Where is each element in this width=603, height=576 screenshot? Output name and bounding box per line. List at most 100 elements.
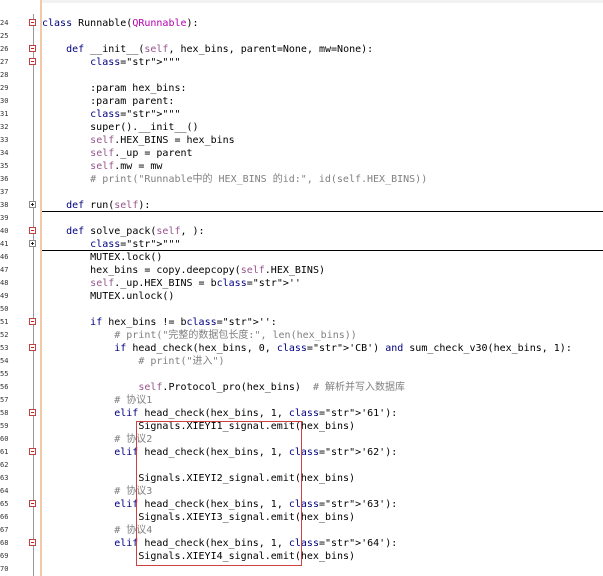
code-line[interactable]: 66 Signals.XIEYI3_signal.emit(hex_bins) bbox=[0, 511, 603, 524]
code-line[interactable]: 69 Signals.XIEYI4_signal.emit(hex_bins) bbox=[0, 550, 603, 563]
line-number: 30 bbox=[0, 97, 9, 105]
fold-collapse-icon[interactable] bbox=[29, 344, 36, 351]
line-number: 34 bbox=[0, 149, 9, 157]
code-text: Signals.XIEYI4_signal.emit(hex_bins) bbox=[42, 551, 356, 562]
code-text: Signals.XIEYI2_signal.emit(hex_bins) bbox=[42, 473, 356, 484]
code-text: self.Protocol_pro(hex_bins) # 解析并写入数据库 bbox=[138, 382, 405, 393]
code-line[interactable]: 47 hex_bins = copy.deepcopy(self.HEX_BIN… bbox=[0, 264, 603, 277]
code-line[interactable]: 39 bbox=[0, 212, 603, 225]
line-number: 50 bbox=[0, 305, 9, 313]
fold-collapse-icon[interactable] bbox=[29, 539, 36, 546]
code-line[interactable]: 49 MUTEX.unlock() bbox=[0, 290, 603, 303]
code-text: # 协议2 bbox=[114, 434, 153, 445]
code-line[interactable]: 34 self._up = parent bbox=[0, 147, 603, 160]
code-editor[interactable]: 24 class Runnable(QRunnable): 25 26 def __i… bbox=[0, 0, 603, 576]
fold-collapse-icon[interactable] bbox=[29, 227, 36, 234]
fold-collapse-icon[interactable] bbox=[29, 318, 36, 325]
code-line[interactable]: 58 elif head_check(hex_bins, 1, class="s… bbox=[0, 407, 603, 420]
top-edge bbox=[0, 0, 603, 3]
code-text: elif head_check(hex_bins, 1, class="str"… bbox=[114, 538, 398, 549]
code-line[interactable]: 70 bbox=[0, 563, 603, 576]
fold-expand-icon[interactable] bbox=[29, 240, 36, 247]
line-number: 46 bbox=[0, 253, 9, 261]
code-line[interactable]: 51 if hex_bins != bclass="str">'': bbox=[0, 316, 603, 329]
code-line[interactable]: 59 Signals.XIEYI1_signal.emit(hex_bins) bbox=[0, 420, 603, 433]
line-number: 65 bbox=[0, 500, 9, 508]
code-line[interactable]: 30 :param parent: bbox=[0, 95, 603, 108]
code-line[interactable]: 24 class Runnable(QRunnable): bbox=[0, 17, 603, 30]
line-number: 39 bbox=[0, 214, 9, 222]
code-text: MUTEX.unlock() bbox=[42, 291, 175, 302]
code-text: super().__init__() bbox=[42, 122, 199, 133]
code-line[interactable]: 33 self.HEX_BINS = hex_bins bbox=[0, 134, 603, 147]
code-line[interactable]: 46 MUTEX.lock() bbox=[0, 251, 603, 264]
line-number: 70 bbox=[0, 565, 9, 573]
line-number: 41 bbox=[0, 240, 9, 248]
code-text: elif head_check(hex_bins, 1, class="str"… bbox=[114, 447, 398, 458]
fold-collapse-icon[interactable] bbox=[29, 19, 36, 26]
line-number: 68 bbox=[0, 539, 9, 547]
code-line[interactable]: 55 bbox=[0, 368, 603, 381]
code-line[interactable]: 27 class="str">""" bbox=[0, 56, 603, 69]
line-number: 51 bbox=[0, 318, 9, 326]
line-number: 37 bbox=[0, 188, 9, 196]
code-line[interactable]: 63 Signals.XIEYI2_signal.emit(hex_bins) bbox=[0, 472, 603, 485]
code-line[interactable]: 32 super().__init__() bbox=[0, 121, 603, 134]
code-text: hex_bins = copy.deepcopy(self.HEX_BINS) bbox=[42, 265, 325, 276]
code-line[interactable]: 64 # 协议3 bbox=[0, 485, 603, 498]
line-number: 27 bbox=[0, 58, 9, 66]
code-line[interactable]: 37 bbox=[0, 186, 603, 199]
line-number: 26 bbox=[0, 45, 9, 53]
line-number: 64 bbox=[0, 487, 9, 495]
line-number: 54 bbox=[0, 357, 9, 365]
code-text: MUTEX.lock() bbox=[42, 252, 163, 263]
fold-expand-icon[interactable] bbox=[29, 201, 36, 208]
code-line[interactable]: 57 # 协议1 bbox=[0, 394, 603, 407]
fold-collapse-icon[interactable] bbox=[29, 448, 36, 455]
fold-collapse-icon[interactable] bbox=[29, 500, 36, 507]
code-line[interactable]: 61 elif head_check(hex_bins, 1, class="s… bbox=[0, 446, 603, 459]
fold-collapse-icon[interactable] bbox=[29, 58, 36, 65]
line-number: 62 bbox=[0, 461, 9, 469]
line-number: 48 bbox=[0, 279, 9, 287]
code-text: elif head_check(hex_bins, 1, class="str"… bbox=[114, 408, 398, 419]
fold-collapse-icon[interactable] bbox=[29, 409, 36, 416]
code-line[interactable]: 28 bbox=[0, 69, 603, 82]
code-text: def __init__(self, hex_bins, parent=None… bbox=[66, 44, 374, 55]
code-line[interactable]: 36 # print("Runnable中的 HEX_BINS 的id:", i… bbox=[0, 173, 603, 186]
code-line[interactable]: 26 def __init__(self, hex_bins, parent=N… bbox=[0, 43, 603, 56]
line-number: 32 bbox=[0, 123, 9, 131]
code-text: elif head_check(hex_bins, 1, class="str"… bbox=[114, 499, 398, 510]
code-line[interactable]: 68 elif head_check(hex_bins, 1, class="s… bbox=[0, 537, 603, 550]
line-number: 63 bbox=[0, 474, 9, 482]
line-number: 60 bbox=[0, 435, 9, 443]
code-text: if head_check(hex_bins, 0, class="str">'… bbox=[114, 343, 572, 354]
code-line[interactable]: 52 # print("完整的数据包长度:", len(hex_bins)) bbox=[0, 329, 603, 342]
code-text: # 协议3 bbox=[114, 486, 153, 497]
code-line[interactable]: 62 bbox=[0, 459, 603, 472]
code-line[interactable]: 29 :param hex_bins: bbox=[0, 82, 603, 95]
code-line[interactable]: 35 self.mw = mw bbox=[0, 160, 603, 173]
code-line[interactable]: 40 def solve_pack(self, ): bbox=[0, 225, 603, 238]
code-line[interactable]: 25 bbox=[0, 30, 603, 43]
line-number: 29 bbox=[0, 84, 9, 92]
code-line[interactable]: 56 self.Protocol_pro(hex_bins) # 解析并写入数据… bbox=[0, 381, 603, 394]
code-line[interactable]: 53 if head_check(hex_bins, 0, class="str… bbox=[0, 342, 603, 355]
code-line[interactable]: 50 bbox=[0, 303, 603, 316]
code-line[interactable]: 65 elif head_check(hex_bins, 1, class="s… bbox=[0, 498, 603, 511]
code-line[interactable]: 31 class="str">""" bbox=[0, 108, 603, 121]
code-line[interactable]: 48 self._up.HEX_BINS = bclass="str">'' bbox=[0, 277, 603, 290]
line-number: 36 bbox=[0, 175, 9, 183]
line-number: 40 bbox=[0, 227, 9, 235]
line-number: 69 bbox=[0, 552, 9, 560]
code-text: # print("进入") bbox=[138, 356, 225, 367]
code-text: class="str">""" bbox=[90, 57, 181, 68]
fold-collapse-icon[interactable] bbox=[29, 45, 36, 52]
code-text: if hex_bins != bclass="str">'': bbox=[90, 317, 277, 328]
code-line[interactable]: 54 # print("进入") bbox=[0, 355, 603, 368]
code-text: class="str">""" bbox=[90, 109, 181, 120]
line-number: 24 bbox=[0, 19, 9, 27]
code-line[interactable]: 67 # 协议4 bbox=[0, 524, 603, 537]
code-line[interactable]: 60 # 协议2 bbox=[0, 433, 603, 446]
line-number: 35 bbox=[0, 162, 9, 170]
